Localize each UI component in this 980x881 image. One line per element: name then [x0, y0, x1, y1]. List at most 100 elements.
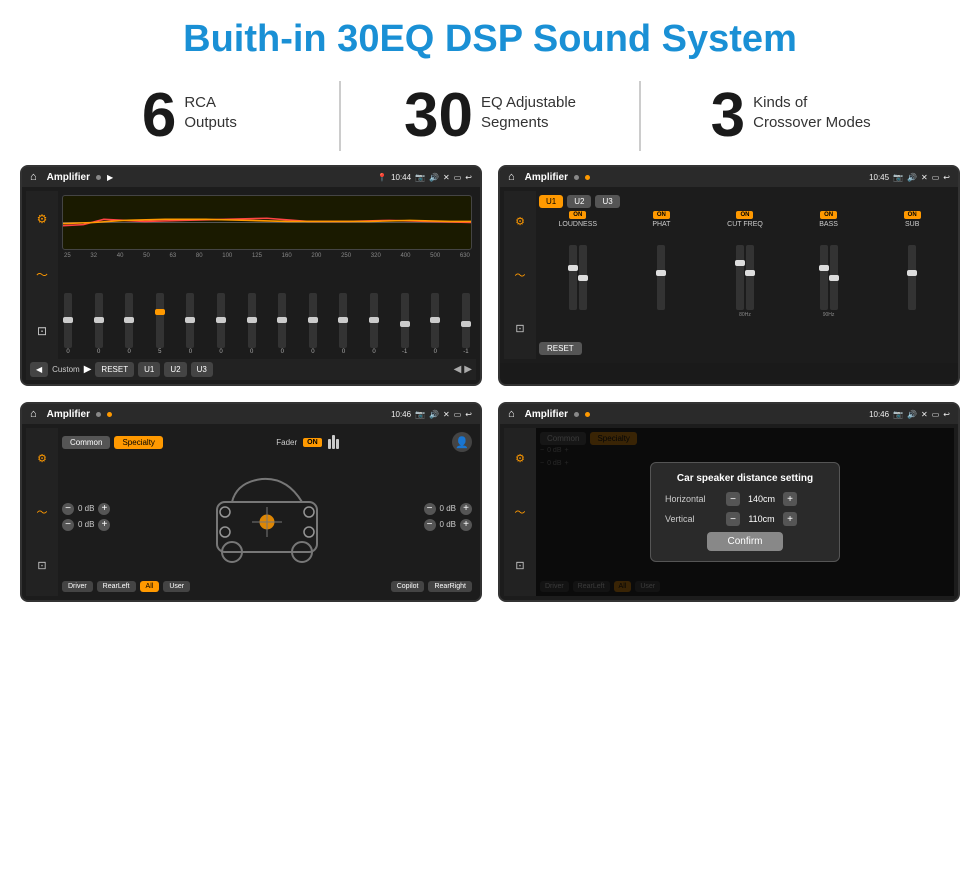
rv-minus-1[interactable]: −	[424, 503, 436, 515]
eq-play-btn[interactable]: ▶	[84, 364, 92, 375]
stat-eq-text: EQ Adjustable Segments	[481, 85, 576, 132]
lv-val-2: 0 dB	[78, 520, 94, 529]
confirm-button[interactable]: Confirm	[707, 532, 782, 551]
bass-on-badge: ON	[820, 211, 837, 219]
bass-label: BASS	[819, 221, 838, 228]
screen1-status-right: 📍 10:44 📷 🔊 ✕ ▭ ↩	[377, 173, 472, 182]
eq-freq-labels: 2532405063 80100125160200 25032040050063…	[62, 253, 472, 259]
screen-eq-container: ⌂ Amplifier ▶ 📍 10:44 📷 🔊 ✕ ▭ ↩ ⚙ 〜 ⊡	[20, 165, 482, 386]
stats-row: 6 RCA Outputs 30 EQ Adjustable Segments …	[0, 71, 980, 165]
tab-specialty[interactable]: Specialty	[114, 436, 162, 449]
band-sub: ON SUB	[873, 211, 951, 337]
phat-on-badge: ON	[653, 211, 670, 219]
lv-plus-1[interactable]: +	[98, 503, 110, 515]
horizontal-row: Horizontal − 140cm +	[665, 492, 825, 506]
screen1-back-icon[interactable]: ↩	[465, 173, 472, 182]
dlg-wave-icon[interactable]: 〜	[515, 504, 526, 520]
eq-slider-6: 0	[248, 293, 256, 355]
preset-u2-btn[interactable]: U2	[567, 195, 591, 208]
btn-user[interactable]: User	[163, 581, 190, 592]
screen2-status-bar: ⌂ Amplifier 10:45 📷 🔊 ✕ ▭ ↩	[500, 167, 958, 187]
eq-reset-btn[interactable]: RESET	[95, 362, 134, 377]
amp-reset-btn[interactable]: RESET	[539, 342, 582, 355]
eq-slider-10: 0	[370, 293, 378, 355]
vertical-minus-btn[interactable]: −	[726, 512, 740, 526]
distance-dialog: Car speaker distance setting Horizontal …	[650, 462, 840, 562]
amp-volume-icon[interactable]: ⊡	[515, 322, 524, 335]
dlg-volume-icon[interactable]: ⊡	[515, 559, 524, 572]
horizontal-minus-btn[interactable]: −	[726, 492, 740, 506]
eq-volume-icon[interactable]: ⊡	[37, 324, 47, 338]
horizontal-label: Horizontal	[665, 494, 720, 504]
cs-filter-icon[interactable]: ⚙	[37, 452, 47, 465]
screen4-title: Amplifier	[525, 409, 568, 420]
vertical-plus-btn[interactable]: +	[783, 512, 797, 526]
tab-common[interactable]: Common	[62, 436, 110, 449]
screen3-back-icon[interactable]: ↩	[465, 410, 472, 419]
eq-slider-0: 0	[64, 293, 72, 355]
screen1-window-icon: ▭	[454, 173, 462, 182]
screen4-home-icon[interactable]: ⌂	[508, 408, 515, 420]
screen2-home-icon[interactable]: ⌂	[508, 171, 515, 183]
lv-minus-1[interactable]: −	[62, 503, 74, 515]
loudness-sliders	[569, 230, 587, 310]
band-bass: ON BASS 90Hz	[790, 211, 868, 337]
preset-u1-btn[interactable]: U1	[539, 195, 563, 208]
eq-prev-btn[interactable]: ◀	[30, 362, 48, 377]
screen2-x-icon: ✕	[921, 173, 928, 182]
screen2-back-icon[interactable]: ↩	[943, 173, 950, 182]
rv-minus-2[interactable]: −	[424, 519, 436, 531]
eq-left-arrow[interactable]: ◀	[454, 364, 462, 375]
btn-copilot[interactable]: Copilot	[391, 581, 425, 592]
screen3-camera-icon: 📷	[415, 410, 425, 419]
screen2-status-right: 10:45 📷 🔊 ✕ ▭ ↩	[869, 173, 950, 182]
screen3-bottom-row: Driver RearLeft All User Copilot RearRig…	[62, 581, 472, 592]
stat-divider-2	[639, 81, 641, 151]
cs-wave-icon[interactable]: 〜	[37, 504, 48, 520]
screen3-content: − 0 dB + − 0 dB +	[62, 455, 472, 578]
screen-amp-container: ⌂ Amplifier 10:45 📷 🔊 ✕ ▭ ↩ ⚙ 〜 ⊡	[498, 165, 960, 386]
lv-minus-2[interactable]: −	[62, 519, 74, 531]
band-phat: ON PHAT	[623, 211, 701, 337]
cs-volume-icon[interactable]: ⊡	[37, 559, 46, 572]
btn-driver[interactable]: Driver	[62, 581, 93, 592]
home-icon[interactable]: ⌂	[30, 171, 37, 183]
screen2-dot1	[574, 175, 579, 180]
amp-wave-icon[interactable]: 〜	[515, 267, 526, 283]
btn-rearright[interactable]: RearRight	[428, 581, 472, 592]
screen4-x-icon: ✕	[921, 410, 928, 419]
dlg-filter-icon[interactable]: ⚙	[515, 452, 525, 465]
screen3-home-icon[interactable]: ⌂	[30, 408, 37, 420]
screen1-status-bar: ⌂ Amplifier ▶ 📍 10:44 📷 🔊 ✕ ▭ ↩	[22, 167, 480, 187]
rv-val-2: 0 dB	[440, 520, 456, 529]
sub-on-badge: ON	[904, 211, 921, 219]
rv-plus-1[interactable]: +	[460, 503, 472, 515]
eq-u2-btn[interactable]: U2	[164, 362, 186, 377]
car-diagram	[114, 455, 419, 578]
screen4-back-icon[interactable]: ↩	[943, 410, 950, 419]
play-icon[interactable]: ▶	[107, 173, 113, 182]
eq-slider-5: 0	[217, 293, 225, 355]
screen4-main: Common Specialty −0 dB+ −0 dB+ Driver Re…	[536, 428, 954, 596]
amp-filter-icon[interactable]: ⚙	[515, 215, 525, 228]
screen3-x-icon: ✕	[443, 410, 450, 419]
profile-icon[interactable]: 👤	[452, 432, 472, 452]
eq-wave-icon[interactable]: 〜	[36, 266, 48, 283]
eq-right-arrow[interactable]: ▶	[464, 364, 472, 375]
eq-u3-btn[interactable]: U3	[191, 362, 213, 377]
btn-all[interactable]: All	[140, 581, 160, 592]
vertical-label: Vertical	[665, 514, 720, 524]
horizontal-plus-btn[interactable]: +	[783, 492, 797, 506]
btn-rearleft[interactable]: RearLeft	[97, 581, 136, 592]
preset-u3-btn[interactable]: U3	[595, 195, 619, 208]
screen-dlg-container: ⌂ Amplifier 10:46 📷 🔊 ✕ ▭ ↩ ⚙ 〜 ⊡	[498, 402, 960, 602]
rv-plus-2[interactable]: +	[460, 519, 472, 531]
left-vol-bottom: − 0 dB +	[62, 519, 110, 531]
screen4-status-bar: ⌂ Amplifier 10:46 📷 🔊 ✕ ▭ ↩	[500, 404, 958, 424]
lv-plus-2[interactable]: +	[98, 519, 110, 531]
fader-bars	[328, 435, 339, 449]
screen1-title: Amplifier	[47, 172, 90, 183]
eq-u1-btn[interactable]: U1	[138, 362, 160, 377]
screen4-dot2	[585, 412, 590, 417]
eq-filter-icon[interactable]: ⚙	[37, 212, 48, 226]
